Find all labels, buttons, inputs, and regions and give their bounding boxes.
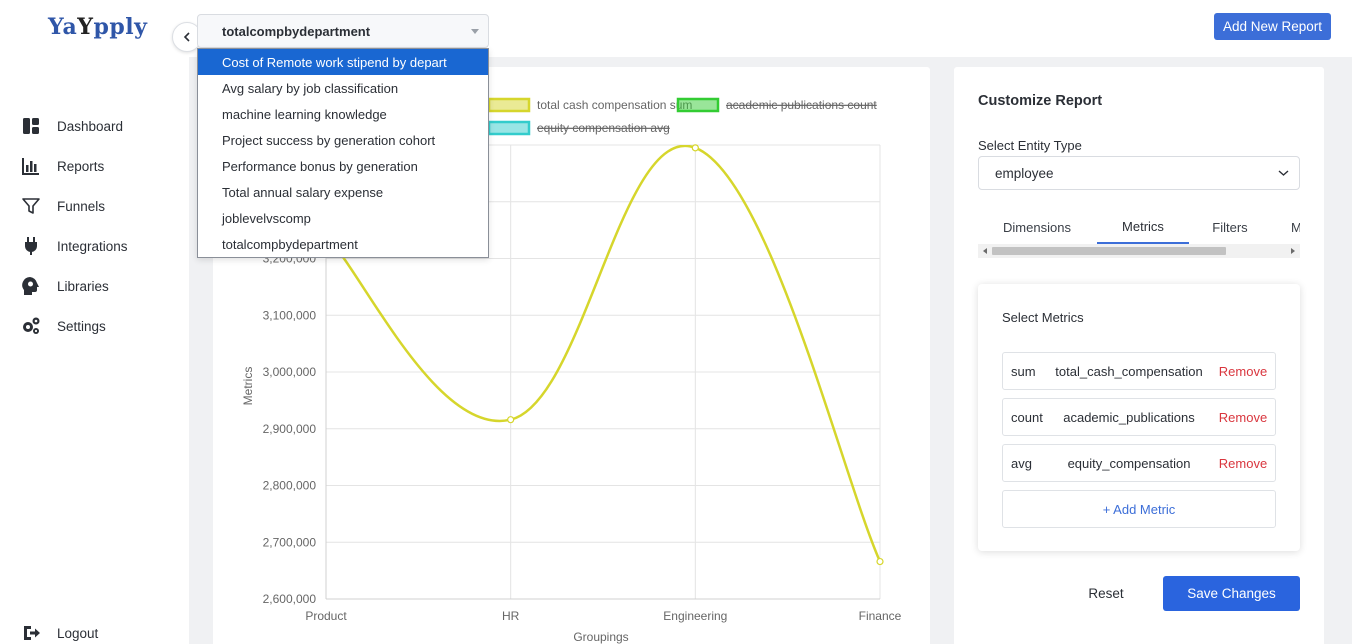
report-select[interactable]: totalcompbydepartment (197, 14, 489, 48)
tab-more[interactable]: M (1291, 210, 1300, 244)
legend-swatch (676, 97, 720, 113)
metrics-title: Select Metrics (1002, 310, 1084, 325)
y-tick-label: 2,900,000 (263, 422, 317, 436)
x-tick-label: Product (305, 609, 347, 623)
funnel-icon (22, 198, 40, 214)
sidebar-item-dashboard[interactable]: Dashboard (0, 106, 189, 146)
metric-aggregation: sum (1011, 363, 1036, 379)
metric-field: academic_publications (1063, 409, 1195, 425)
x-tick-label: Engineering (663, 609, 727, 623)
reset-button[interactable]: Reset (1080, 576, 1132, 611)
dropdown-option[interactable]: Total annual salary expense (198, 179, 488, 205)
y-tick-label: 2,700,000 (263, 535, 317, 549)
logout-icon (24, 626, 40, 640)
y-tick-label: 2,600,000 (263, 592, 317, 606)
x-tick-label: HR (502, 609, 520, 623)
dropdown-option[interactable]: Cost of Remote work stipend by depart (198, 49, 488, 75)
entity-type-select[interactable]: employee (978, 156, 1300, 190)
dropdown-option[interactable]: joblevelvscomp (198, 205, 488, 231)
data-point (691, 144, 699, 152)
logout-button[interactable]: Logout (0, 618, 189, 644)
entity-type-value: employee (995, 165, 1054, 181)
y-tick-label: 3,100,000 (263, 308, 317, 322)
sidebar-item-label: Integrations (57, 238, 128, 254)
panel-title: Customize Report (978, 93, 1103, 109)
legend-swatch (487, 120, 531, 136)
sidebar-item-label: Settings (57, 318, 106, 334)
report-dropdown-menu: Cost of Remote work stipend by depart Av… (197, 48, 489, 258)
y-axis-title: Metrics (241, 367, 255, 406)
dropdown-option[interactable]: Performance bonus by generation (198, 153, 488, 179)
data-point (507, 416, 515, 424)
entity-type-label: Select Entity Type (978, 138, 1082, 153)
legend-label: academic publications count (726, 98, 877, 112)
tabs-scrollbar[interactable] (978, 244, 1300, 258)
add-new-report-button[interactable]: Add New Report (1214, 13, 1331, 40)
sidebar-item-integrations[interactable]: Integrations (0, 226, 189, 266)
customize-report-panel: Customize Report Select Entity Type empl… (954, 67, 1324, 644)
legend-label: equity compensation avg (537, 121, 670, 135)
sidebar-item-settings[interactable]: Settings (0, 306, 189, 346)
metric-aggregation: avg (1011, 455, 1032, 471)
metric-row: avg equity_compensation Remove (1002, 444, 1276, 482)
sidebar-item-label: Reports (57, 158, 105, 174)
chevron-down-icon (1278, 170, 1289, 176)
metric-field: equity_compensation (1067, 455, 1191, 471)
remove-metric-button[interactable]: Remove (1211, 364, 1275, 379)
tab-dimensions[interactable]: Dimensions (978, 210, 1096, 244)
dropdown-option[interactable]: Avg salary by job classification (198, 75, 488, 101)
y-tick-label: 3,000,000 (263, 365, 317, 379)
dropdown-option[interactable]: Project success by generation cohort (198, 127, 488, 153)
data-point (876, 557, 884, 566)
x-axis-title: Groupings (573, 630, 628, 644)
legend-label: total cash compensation sum (537, 98, 692, 112)
sidebar-item-libraries[interactable]: Libraries (0, 266, 189, 306)
caret-down-icon (471, 29, 479, 34)
scrollbar-thumb[interactable] (992, 247, 1226, 255)
sidebar-item-reports[interactable]: Reports (0, 146, 189, 186)
sidebar-item-funnels[interactable]: Funnels (0, 186, 189, 226)
sidebar-item-label: Libraries (57, 278, 109, 294)
remove-metric-button[interactable]: Remove (1211, 456, 1275, 471)
plug-icon (25, 237, 37, 255)
sidebar-item-label: Funnels (57, 198, 106, 214)
sidebar-item-label: Dashboard (57, 118, 124, 134)
scroll-right-arrow-icon[interactable] (1291, 248, 1295, 254)
bar-chart-icon (22, 158, 39, 175)
legend-swatch (487, 97, 531, 113)
metrics-box: Select Metrics sum total_cash_compensati… (978, 284, 1300, 551)
metric-field: total_cash_compensation (1055, 363, 1203, 379)
config-tabs: Dimensions Metrics Filters M (978, 210, 1300, 244)
logo: YaYpply (48, 14, 148, 40)
metric-aggregation: count (1011, 409, 1043, 425)
metric-row: sum total_cash_compensation Remove (1002, 352, 1276, 390)
logout-label: Logout (57, 625, 99, 641)
save-changes-button[interactable]: Save Changes (1163, 576, 1300, 611)
scroll-left-arrow-icon[interactable] (983, 248, 987, 254)
report-select-value: totalcompbydepartment (222, 23, 371, 39)
tab-metrics[interactable]: Metrics (1097, 210, 1189, 244)
gears-icon (23, 317, 40, 334)
metric-row: count academic_publications Remove (1002, 398, 1276, 436)
dropdown-option[interactable]: totalcompbydepartment (198, 231, 488, 257)
x-tick-label: Finance (859, 609, 902, 623)
dropdown-option[interactable]: machine learning knowledge (198, 101, 488, 127)
add-metric-button[interactable]: + Add Metric (1002, 490, 1276, 528)
tab-filters[interactable]: Filters (1189, 210, 1271, 244)
head-gear-icon (22, 277, 39, 295)
remove-metric-button[interactable]: Remove (1211, 410, 1275, 425)
y-tick-label: 2,800,000 (263, 479, 317, 493)
sidebar: YaYpply Dashboard Reports Funnels Integr… (0, 0, 189, 644)
sidebar-nav: Dashboard Reports Funnels Integrations L… (0, 106, 189, 346)
chevron-left-icon (183, 32, 190, 42)
dashboard-icon (23, 118, 39, 134)
